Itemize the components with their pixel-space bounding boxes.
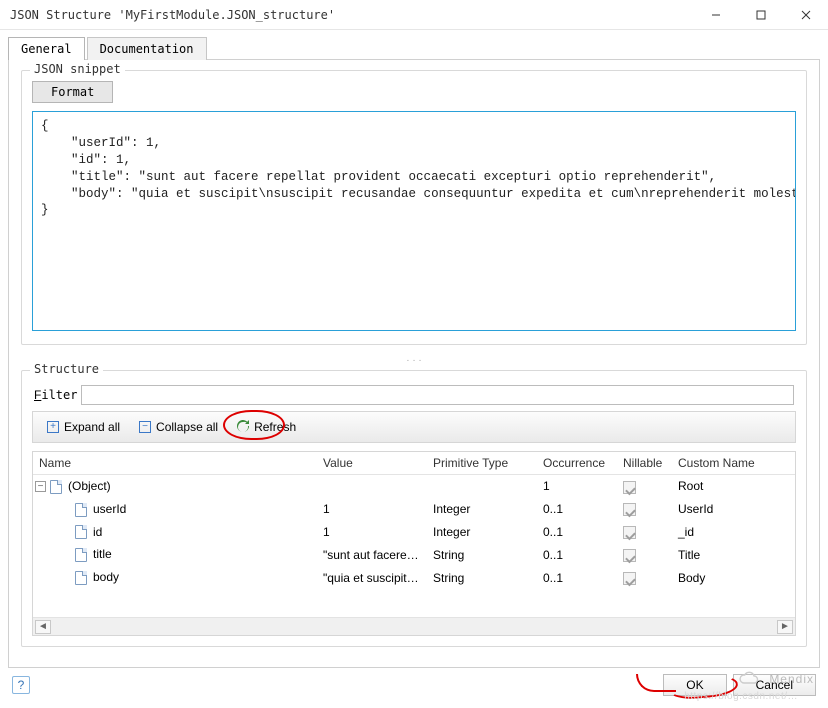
window-titlebar: JSON Structure 'MyFirstModule.JSON_struc… [0, 0, 828, 30]
col-custom-name[interactable]: Custom Name [672, 452, 795, 474]
structure-tree-body[interactable]: −(Object)1RootuserId1Integer0..1UserIdid… [33, 475, 795, 617]
row-occurrence: 0..1 [537, 544, 617, 566]
collapse-all-label: Collapse all [156, 420, 218, 434]
refresh-icon [236, 420, 250, 434]
structure-tree: Name Value Primitive Type Occurrence Nil… [32, 451, 796, 636]
tab-panel-general: JSON snippet Format · · · Structure Filt… [8, 59, 820, 668]
structure-tree-header: Name Value Primitive Type Occurrence Nil… [33, 452, 795, 475]
checkbox-checked-icon [623, 572, 636, 585]
table-row[interactable]: userId 1Integer0..1 UserId [33, 498, 795, 521]
row-value [317, 482, 427, 490]
row-occurrence: 0..1 [537, 498, 617, 520]
row-nillable [617, 544, 672, 566]
row-primitive-type: Integer [427, 498, 537, 520]
row-custom-name: Body [672, 567, 795, 589]
checkbox-checked-icon [623, 481, 636, 494]
page-icon [75, 525, 87, 539]
row-nillable [617, 498, 672, 520]
table-row[interactable]: body "quia et suscipit\ns...String0..1 Bod… [33, 566, 795, 589]
row-name: (Object) [68, 479, 111, 493]
row-occurrence: 0..1 [537, 521, 617, 543]
expand-all-label: Expand all [64, 420, 120, 434]
checkbox-checked-icon [623, 503, 636, 516]
col-name[interactable]: Name [33, 452, 317, 474]
row-primitive-type: Integer [427, 521, 537, 543]
filter-input[interactable] [81, 385, 794, 405]
col-nillable[interactable]: Nillable [617, 452, 672, 474]
page-icon [50, 480, 62, 494]
horizontal-scrollbar[interactable]: ◄ ► [33, 617, 795, 635]
expand-all-button[interactable]: + Expand all [39, 416, 127, 438]
row-name: id [93, 525, 102, 539]
window-title: JSON Structure 'MyFirstModule.JSON_struc… [10, 8, 693, 22]
row-name: body [93, 570, 119, 584]
refresh-button[interactable]: Refresh [229, 416, 303, 438]
format-button[interactable]: Format [32, 81, 113, 103]
row-value: "sunt aut facere re... [317, 544, 427, 566]
filter-label: Filter [34, 388, 77, 402]
row-custom-name: _id [672, 521, 795, 543]
row-primitive-type: String [427, 567, 537, 589]
table-row[interactable]: id 1Integer0..1 _id [33, 521, 795, 544]
resize-grip-icon[interactable]: · · · [21, 355, 807, 366]
tree-expander-icon[interactable]: − [35, 481, 46, 492]
ok-button[interactable]: OK [663, 674, 726, 696]
collapse-all-button[interactable]: − Collapse all [131, 416, 225, 438]
tab-general[interactable]: General [8, 37, 85, 60]
maximize-icon [756, 10, 766, 20]
json-snippet-textarea[interactable] [32, 111, 796, 331]
structure-group: Structure Filter + Expand all − Collapse… [21, 370, 807, 647]
row-occurrence: 1 [537, 475, 617, 497]
refresh-label: Refresh [254, 420, 296, 434]
row-primitive-type [427, 482, 537, 490]
row-occurrence: 0..1 [537, 567, 617, 589]
row-nillable [617, 521, 672, 543]
row-name: userId [93, 502, 126, 516]
json-snippet-legend: JSON snippet [30, 62, 125, 76]
page-icon [75, 503, 87, 517]
row-value: "quia et suscipit\ns... [317, 567, 427, 589]
cancel-button[interactable]: Cancel [733, 674, 816, 696]
minimize-icon [711, 10, 721, 20]
tab-documentation[interactable]: Documentation [87, 37, 207, 60]
scroll-right-icon[interactable]: ► [777, 620, 793, 634]
collapse-icon: − [138, 420, 152, 434]
row-name: title [93, 547, 112, 561]
dialog-footer: ? OK Cancel [0, 668, 828, 706]
checkbox-checked-icon [623, 549, 636, 562]
structure-toolbar: + Expand all − Collapse all Refresh [32, 411, 796, 443]
filter-row: Filter [34, 385, 794, 405]
row-custom-name: UserId [672, 498, 795, 520]
col-primitive-type[interactable]: Primitive Type [427, 452, 537, 474]
row-custom-name: Title [672, 544, 795, 566]
row-primitive-type: String [427, 544, 537, 566]
page-icon [75, 571, 87, 585]
scroll-left-icon[interactable]: ◄ [35, 620, 51, 634]
window-close-button[interactable] [783, 0, 828, 30]
row-nillable [617, 475, 672, 497]
row-custom-name: Root [672, 475, 795, 497]
col-value[interactable]: Value [317, 452, 427, 474]
page-icon [75, 548, 87, 562]
row-value: 1 [317, 498, 427, 520]
json-snippet-group: JSON snippet Format [21, 70, 807, 345]
help-button[interactable]: ? [12, 676, 30, 694]
structure-legend: Structure [30, 362, 103, 376]
row-nillable [617, 567, 672, 589]
window-minimize-button[interactable] [693, 0, 738, 30]
close-icon [801, 10, 811, 20]
row-value: 1 [317, 521, 427, 543]
expand-icon: + [46, 420, 60, 434]
table-row[interactable]: title "sunt aut facere re...String0..1 Tit… [33, 543, 795, 566]
tab-strip: General Documentation [0, 30, 828, 59]
col-occurrence[interactable]: Occurrence [537, 452, 617, 474]
checkbox-checked-icon [623, 526, 636, 539]
window-maximize-button[interactable] [738, 0, 783, 30]
table-row[interactable]: − (Object) 1 Root [33, 475, 795, 498]
help-icon: ? [18, 678, 25, 692]
